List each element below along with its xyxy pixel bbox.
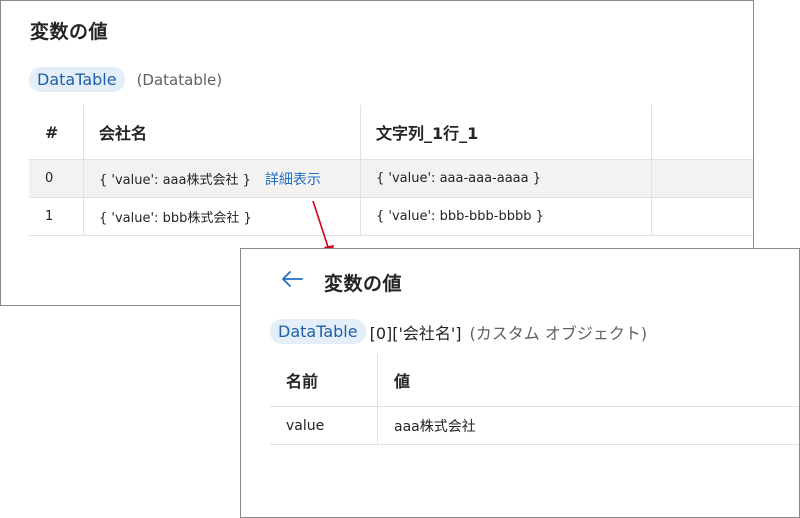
show-details-link[interactable]: 詳細表示: [265, 169, 321, 189]
column-header-index[interactable]: #: [45, 105, 85, 159]
page-title: 変数の値: [324, 273, 403, 295]
page-title: 変数の値: [30, 21, 109, 43]
column-header-company[interactable]: 会社名: [99, 105, 359, 159]
company-cell: { 'value': aaa株式会社 } 詳細表示: [99, 160, 359, 197]
property-name: value: [286, 417, 325, 434]
property-value: aaa株式会社: [394, 418, 476, 435]
variable-type-line: DataTable [0]['会社名'] (カスタム オブジェクト): [270, 319, 647, 344]
table-header-row: # 会社名 文字列_1行_1: [29, 105, 753, 160]
company-value: { 'value': bbb株式会社 }: [99, 211, 252, 226]
variable-detail-panel: 変数の値 DataTable [0]['会社名'] (カスタム オブジェクト) …: [240, 248, 800, 518]
text-value: { 'value': bbb-bbb-bbbb }: [376, 209, 544, 224]
column-header-value[interactable]: 値: [394, 354, 694, 406]
property-path: [0]['会社名']: [369, 323, 462, 343]
column-header-name[interactable]: 名前: [286, 354, 366, 406]
row-index: 0: [45, 171, 54, 186]
table-row[interactable]: value aaa株式会社: [270, 407, 799, 445]
column-header-text[interactable]: 文字列_1行_1: [376, 105, 646, 159]
back-arrow-icon[interactable]: [281, 269, 303, 289]
table-row[interactable]: 1 { 'value': bbb株式会社 } { 'value': bbb-bb…: [29, 198, 753, 236]
row-index: 1: [45, 209, 54, 224]
data-table: # 会社名 文字列_1行_1 0 { 'value': aaa株式会社 } 詳細…: [29, 105, 753, 236]
property-table: 名前 値 value aaa株式会社: [270, 354, 799, 445]
table-row[interactable]: 0 { 'value': aaa株式会社 } 詳細表示 { 'value': a…: [29, 160, 753, 198]
variable-type-label: (カスタム オブジェクト): [469, 323, 648, 343]
table-header-row: 名前 値: [270, 354, 799, 407]
company-value: { 'value': aaa株式会社 }: [99, 173, 251, 188]
text-value: { 'value': aaa-aaa-aaaa }: [376, 171, 542, 186]
variable-name-badge: DataTable: [29, 67, 125, 92]
variable-type-label: (Datatable): [136, 70, 223, 89]
variable-type-line: DataTable (Datatable): [29, 67, 222, 92]
variable-name-badge: DataTable: [270, 319, 366, 344]
